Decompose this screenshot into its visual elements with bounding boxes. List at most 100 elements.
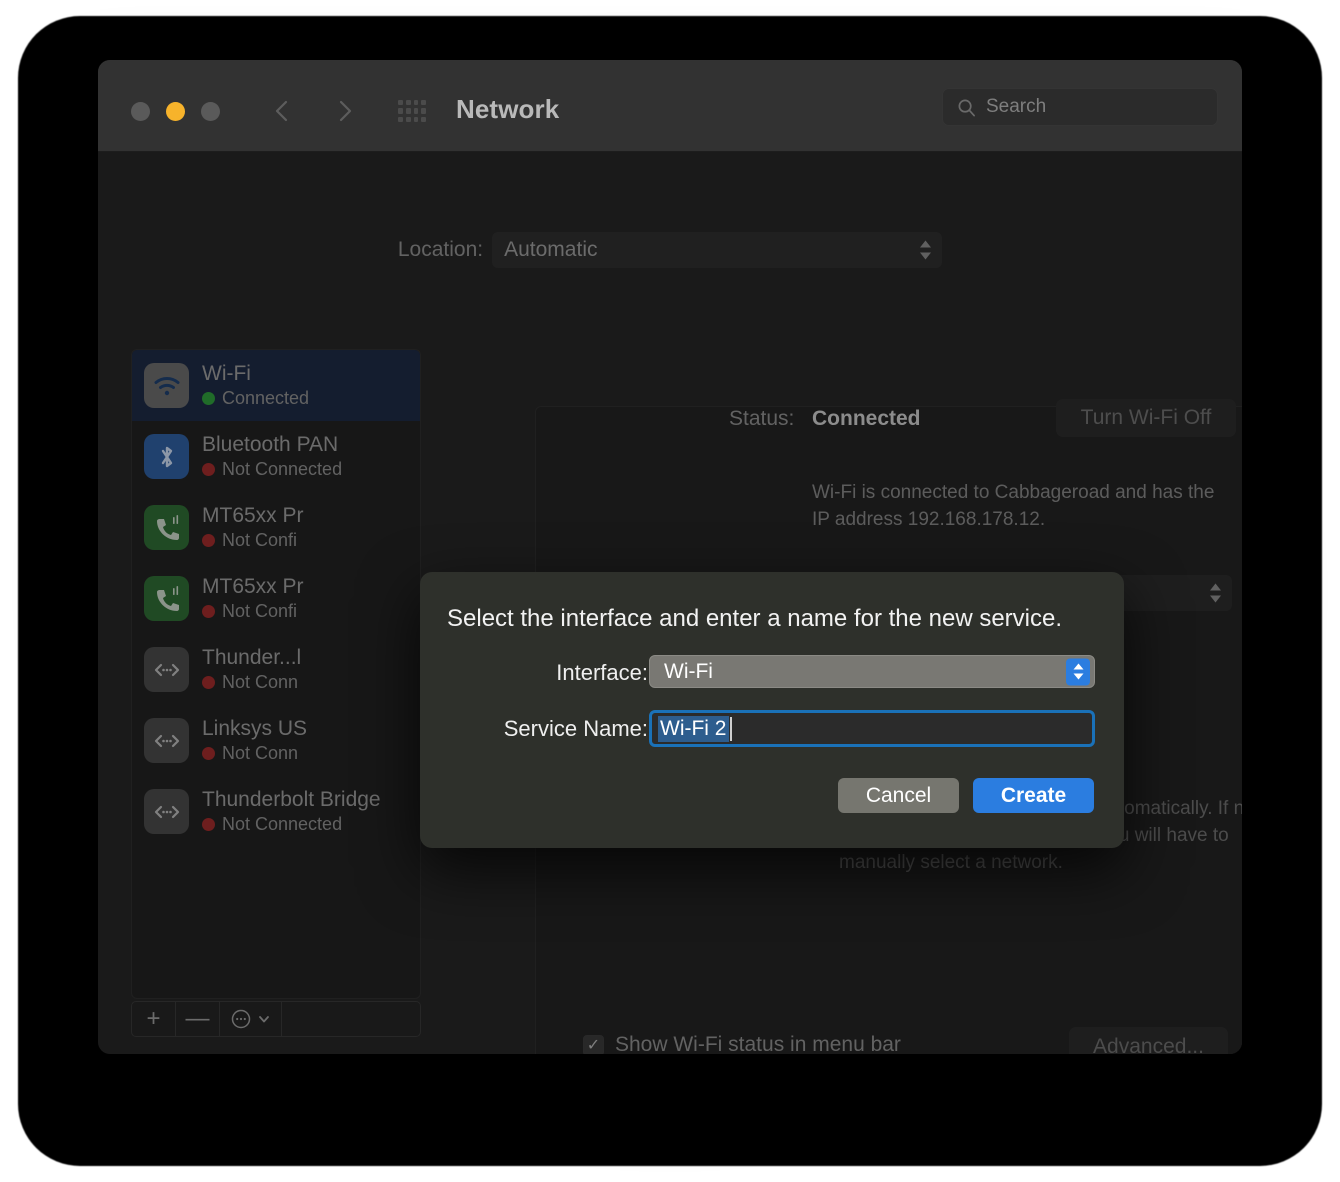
search-icon <box>957 98 976 117</box>
status-dot-red <box>202 747 215 760</box>
search-field[interactable] <box>942 88 1218 126</box>
status-text: Not Confi <box>222 601 297 622</box>
grid-dot <box>398 108 403 113</box>
sidebar-item-wifi[interactable]: Wi-Fi Connected <box>132 350 420 421</box>
dialog-buttons: Cancel Create <box>838 778 1094 813</box>
show-all-grid-icon[interactable] <box>398 100 426 122</box>
service-name-input[interactable]: Wi-Fi 2 <box>649 710 1095 747</box>
window-content: Location: Automatic <box>98 152 1242 1054</box>
sidebar-item-status: Not Conn <box>202 743 307 764</box>
turn-wifi-off-label: Turn Wi-Fi Off <box>1081 406 1212 430</box>
sidebar-item-mt65xx-2[interactable]: MT65xx Pr Not Confi <box>132 563 420 634</box>
wifi-icon <box>144 363 189 408</box>
location-value: Automatic <box>504 238 597 262</box>
status-dot-red <box>202 463 215 476</box>
ethernet-icon <box>144 647 189 692</box>
turn-wifi-off-button[interactable]: Turn Wi-Fi Off <box>1056 399 1236 437</box>
status-dot-red <box>202 818 215 831</box>
back-button[interactable] <box>265 94 299 128</box>
sidebar-item-thunderbolt-bridge[interactable]: Thunderbolt Bridge Not Connected <box>132 776 420 847</box>
grid-dot <box>421 108 426 113</box>
updown-stepper-icon[interactable] <box>1066 658 1090 685</box>
cancel-label: Cancel <box>866 784 931 808</box>
sidebar-item-text: Linksys US Not Conn <box>202 717 307 764</box>
panel-bottom-row: ✓ Show Wi-Fi status in menu bar Advanced… <box>536 1027 1242 1054</box>
service-name-label: Service Name: <box>420 716 648 742</box>
minimize-button[interactable] <box>166 102 185 121</box>
sidebar-item-text: Thunder...l Not Conn <box>202 646 301 693</box>
chevron-left-icon <box>271 97 293 125</box>
titlebar: Network <box>98 60 1242 152</box>
ethernet-icon <box>144 718 189 763</box>
status-label: Status: <box>729 407 794 431</box>
cancel-button[interactable]: Cancel <box>838 778 959 813</box>
create-label: Create <box>1001 784 1066 808</box>
sidebar-item-thunderbolt-1[interactable]: Thunder...l Not Conn <box>132 634 420 705</box>
grid-dot <box>414 100 419 105</box>
sidebar-item-status: Not Confi <box>202 601 304 622</box>
dialog-title: Select the interface and enter a name fo… <box>447 605 1062 633</box>
remove-service-button[interactable]: — <box>176 1002 220 1036</box>
grid-dot <box>406 117 411 122</box>
desktop-background: Network Location: Automatic <box>0 0 1340 1182</box>
checkbox-box-checked: ✓ <box>583 1035 604 1055</box>
location-select[interactable]: Automatic <box>492 232 942 268</box>
forward-button[interactable] <box>328 94 362 128</box>
status-text: Not Confi <box>222 530 297 551</box>
status-text: Not Connected <box>222 814 342 835</box>
sidebar-item-linksys-usb[interactable]: Linksys US Not Conn <box>132 705 420 776</box>
service-actions-button[interactable] <box>220 1002 282 1036</box>
interface-select[interactable]: Wi-Fi <box>649 655 1095 688</box>
show-wifi-status-checkbox[interactable]: ✓ Show Wi-Fi status in menu bar <box>583 1033 901 1054</box>
add-service-button[interactable]: + <box>132 1002 176 1036</box>
page-title: Network <box>456 94 559 125</box>
zoom-button[interactable] <box>201 102 220 121</box>
sidebar-item-text: MT65xx Pr Not Confi <box>202 575 304 622</box>
sidebar-item-label: Linksys US <box>202 717 307 741</box>
location-label: Location: <box>398 238 483 262</box>
plus-icon: + <box>146 1007 160 1031</box>
sidebar-item-label: MT65xx Pr <box>202 575 304 599</box>
minus-icon: — <box>186 1007 210 1031</box>
sidebar-item-status: Not Connected <box>202 814 381 835</box>
close-button[interactable] <box>131 102 150 121</box>
sidebar-item-status: Not Conn <box>202 672 301 693</box>
grid-dot <box>398 117 403 122</box>
sidebar-item-label: Wi-Fi <box>202 362 309 386</box>
sidebar-item-label: MT65xx Pr <box>202 504 304 528</box>
updown-arrows-icon <box>1209 584 1222 603</box>
grid-dot <box>421 117 426 122</box>
service-list[interactable]: Wi-Fi Connected Bluetooth PAN <box>131 349 421 999</box>
sidebar-item-label: Bluetooth PAN <box>202 433 342 457</box>
advanced-label: Advanced... <box>1093 1035 1204 1054</box>
status-description: Wi-Fi is connected to Cabbageroad and ha… <box>812 479 1232 533</box>
status-dot-green <box>202 392 215 405</box>
grid-dot <box>414 108 419 113</box>
status-dot-red <box>202 534 215 547</box>
sidebar-item-mt65xx-1[interactable]: MT65xx Pr Not Confi <box>132 492 420 563</box>
advanced-button[interactable]: Advanced... <box>1069 1027 1228 1054</box>
grid-dot <box>414 117 419 122</box>
grid-dot <box>406 108 411 113</box>
service-name-value: Wi-Fi 2 <box>658 716 729 742</box>
checkbox-label: Show Wi-Fi status in menu bar <box>615 1033 901 1054</box>
ellipsis-circle-icon <box>230 1008 252 1030</box>
service-list-toolbar: + — <box>131 1001 421 1037</box>
sidebar-item-status: Connected <box>202 388 309 409</box>
search-input[interactable] <box>986 96 1186 118</box>
status-dot-red <box>202 605 215 618</box>
sidebar-item-bluetooth-pan[interactable]: Bluetooth PAN Not Connected <box>132 421 420 492</box>
status-text: Connected <box>222 388 309 409</box>
toolbar-filler <box>282 1002 420 1036</box>
chevron-right-icon <box>334 97 356 125</box>
updown-arrows-icon <box>919 241 932 260</box>
modem-icon <box>144 505 189 550</box>
status-value: Connected <box>812 407 921 431</box>
status-text: Not Connected <box>222 459 342 480</box>
new-service-dialog: Select the interface and enter a name fo… <box>420 572 1124 848</box>
sidebar-item-text: MT65xx Pr Not Confi <box>202 504 304 551</box>
sidebar-item-status: Not Connected <box>202 459 342 480</box>
create-button[interactable]: Create <box>973 778 1094 813</box>
status-text: Not Conn <box>222 743 298 764</box>
sidebar-item-label: Thunder...l <box>202 646 301 670</box>
